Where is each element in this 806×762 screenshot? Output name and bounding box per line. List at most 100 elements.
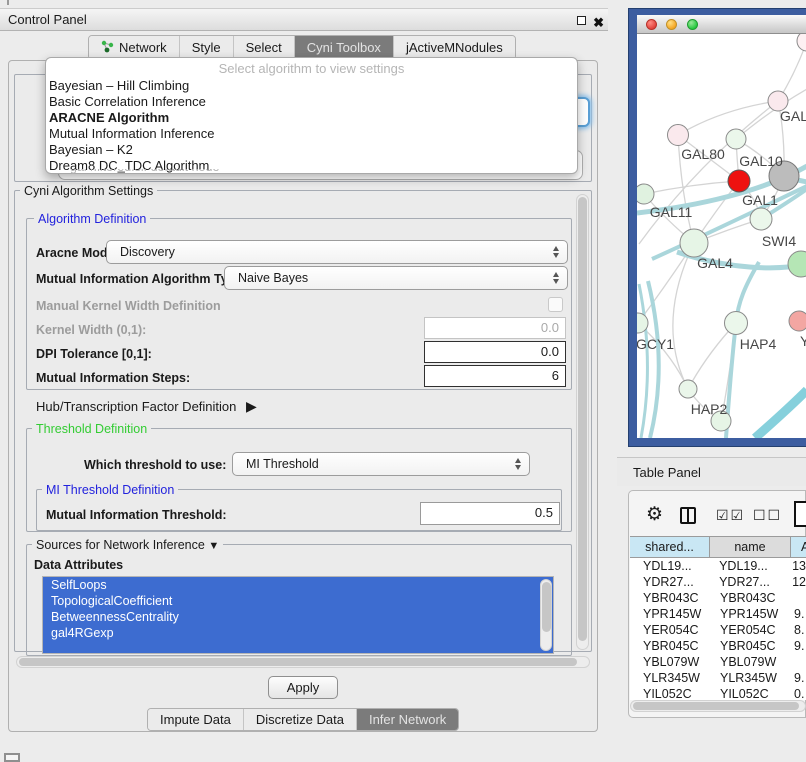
- cell-name: YBR045C: [710, 638, 791, 654]
- aracne-mode-select[interactable]: Discovery: [106, 240, 568, 264]
- cell-value: [791, 654, 794, 670]
- mi-threshold-field[interactable]: 0.5: [420, 502, 560, 525]
- column-layout-icon[interactable]: [680, 507, 696, 524]
- tab[interactable]: Style: [180, 36, 234, 59]
- tab[interactable]: Discretize Data: [244, 709, 357, 730]
- import-table-icon[interactable]: [794, 501, 806, 527]
- node-gal4[interactable]: [680, 229, 708, 257]
- mi-steps-label: Mutual Information Steps:: [36, 371, 190, 385]
- cell-name: YPR145W: [710, 606, 791, 622]
- algorithm-dropdown-popup: Select algorithm to view settings Bayesi…: [45, 57, 578, 174]
- node-salmon[interactable]: [789, 311, 806, 331]
- mi-type-select[interactable]: Naive Bayes: [224, 266, 568, 290]
- settings-gear-icon[interactable]: ⚙: [646, 503, 663, 526]
- node-top-right[interactable]: [797, 34, 806, 51]
- table-row[interactable]: YBR045C YBR045C 9.: [630, 638, 806, 654]
- attributes-scrollbar[interactable]: [540, 579, 552, 651]
- kernel-width-field[interactable]: 0.0: [424, 317, 566, 339]
- dropdown-item[interactable]: Mutual Information Inference: [46, 126, 577, 142]
- data-attributes-list: SelfLoops TopologicalCoefficient Between…: [42, 576, 554, 654]
- cell-shared-name: YER054C: [630, 622, 710, 638]
- table-row[interactable]: YDL19... YDL19... 13: [630, 558, 806, 574]
- sources-title-label: Sources for Network Inference: [36, 538, 205, 552]
- dropdown-item[interactable]: Bayesian – Hill Climbing: [46, 78, 577, 94]
- close-icon[interactable]: ✖: [593, 12, 604, 34]
- cell-shared-name: YBR043C: [630, 590, 710, 606]
- which-threshold-select[interactable]: MI Threshold: [232, 452, 530, 476]
- dpi-tolerance-label: DPI Tolerance [0,1]:: [36, 347, 152, 361]
- attribute-label: TopologicalCoefficient: [51, 594, 172, 608]
- settings-vertical-scrollbar[interactable]: [576, 194, 589, 650]
- float-window-icon[interactable]: [577, 16, 586, 25]
- sources-title[interactable]: Sources for Network Inference ▼: [32, 538, 223, 552]
- control-panel-title: Control Panel: [8, 12, 87, 27]
- stepper-arrows-icon: [515, 458, 521, 470]
- tab[interactable]: Infer Network: [357, 709, 458, 730]
- dropdown-item[interactable]: Bayesian – K2: [46, 142, 577, 158]
- node-label-gal-partial: GAL: [780, 108, 806, 124]
- node-table[interactable]: YDL19... YDL19... 13 YDR27... YDR27... 1…: [630, 558, 806, 700]
- deselect-all-icon[interactable]: ☐☐: [753, 507, 782, 524]
- node-red-gal1[interactable]: [728, 170, 750, 192]
- node-gal11[interactable]: [637, 184, 654, 204]
- network-select-value: gal4filtered.sif default node: [58, 169, 578, 180]
- attribute-item-partial[interactable]: [43, 641, 553, 653]
- mi-steps-field[interactable]: 6: [424, 365, 566, 387]
- tab-label: Network: [119, 40, 167, 55]
- network-canvas[interactable]: GAL GAL80 GAL10 GAL1 GAL11 SWI4 GAL4 GCY…: [637, 34, 806, 438]
- settings-horizontal-scrollbar[interactable]: [16, 656, 590, 668]
- tab-label: Cyni Toolbox: [307, 40, 381, 55]
- network-window: GAL GAL80 GAL10 GAL1 GAL11 SWI4 GAL4 GCY…: [628, 8, 806, 447]
- network-icon: [101, 40, 114, 56]
- cell-shared-name: YBR045C: [630, 638, 710, 654]
- dropdown-item[interactable]: ARACNE Algorithm: [46, 110, 577, 126]
- zoom-traffic-light[interactable]: [687, 19, 698, 30]
- tab[interactable]: Impute Data: [148, 709, 244, 730]
- dpi-tolerance-field[interactable]: 0.0: [424, 341, 566, 363]
- attribute-item[interactable]: SelfLoops: [43, 577, 553, 593]
- tab-label: Style: [192, 40, 221, 55]
- table-row[interactable]: YIL052C YIL052C 0.: [630, 686, 806, 700]
- select-all-icon[interactable]: ☑☑: [716, 507, 745, 524]
- table-row[interactable]: YLR345W YLR345W 9.: [630, 670, 806, 686]
- apply-button[interactable]: Apply: [268, 676, 338, 699]
- attribute-item[interactable]: BetweennessCentrality: [43, 609, 553, 625]
- cyni-settings-title: Cyni Algorithm Settings: [20, 184, 157, 198]
- tab[interactable]: Cyni Toolbox: [295, 36, 394, 59]
- tab[interactable]: jActiveMNodules: [394, 36, 515, 59]
- dropdown-item-label: ARACNE Algorithm: [49, 110, 169, 125]
- table-row[interactable]: YBL079W YBL079W: [630, 654, 806, 670]
- table-horizontal-scrollbar[interactable]: [630, 700, 806, 712]
- expand-arrow-icon: ▶: [246, 398, 257, 414]
- minimize-traffic-light[interactable]: [666, 19, 677, 30]
- table-row[interactable]: YPR145W YPR145W 9.: [630, 606, 806, 622]
- tab[interactable]: Network: [89, 36, 180, 59]
- node-swi4[interactable]: [750, 208, 772, 230]
- node-hap4[interactable]: [725, 312, 748, 335]
- column-header-shared-name[interactable]: shared...: [630, 536, 710, 558]
- manual-kernel-checkbox[interactable]: [548, 297, 563, 312]
- column-header-name[interactable]: name: [710, 536, 791, 558]
- node-green-right[interactable]: [788, 251, 806, 277]
- node-gal10[interactable]: [726, 129, 746, 149]
- node-pink[interactable]: [668, 125, 689, 146]
- control-panel-titlebar: Control Panel ✖: [0, 8, 608, 31]
- table-row[interactable]: YER054C YER054C 8.: [630, 622, 806, 638]
- cell-shared-name: YIL052C: [630, 686, 710, 700]
- close-traffic-light[interactable]: [646, 19, 657, 30]
- dropdown-placeholder: Select algorithm to view settings: [46, 60, 577, 78]
- node-hap2[interactable]: [679, 380, 697, 398]
- table-row[interactable]: YDR27... YDR27... 12: [630, 574, 806, 590]
- attribute-item[interactable]: gal4RGexp: [43, 625, 553, 641]
- tab[interactable]: Select: [234, 36, 295, 59]
- cell-shared-name: YDR27...: [630, 574, 709, 590]
- network-window-titlebar: [637, 15, 806, 34]
- cell-value: 9.: [791, 606, 804, 622]
- table-row[interactable]: YBR043C YBR043C: [630, 590, 806, 606]
- tab-label: Discretize Data: [256, 712, 344, 727]
- attribute-item[interactable]: TopologicalCoefficient: [43, 593, 553, 609]
- hub-definition-toggle[interactable]: Hub/Transcription Factor Definition ▶: [36, 398, 257, 415]
- dropdown-item[interactable]: Basic Correlation Inference: [46, 94, 577, 110]
- dock-handle-icon[interactable]: [4, 753, 20, 762]
- column-header-clipped[interactable]: A: [791, 536, 806, 558]
